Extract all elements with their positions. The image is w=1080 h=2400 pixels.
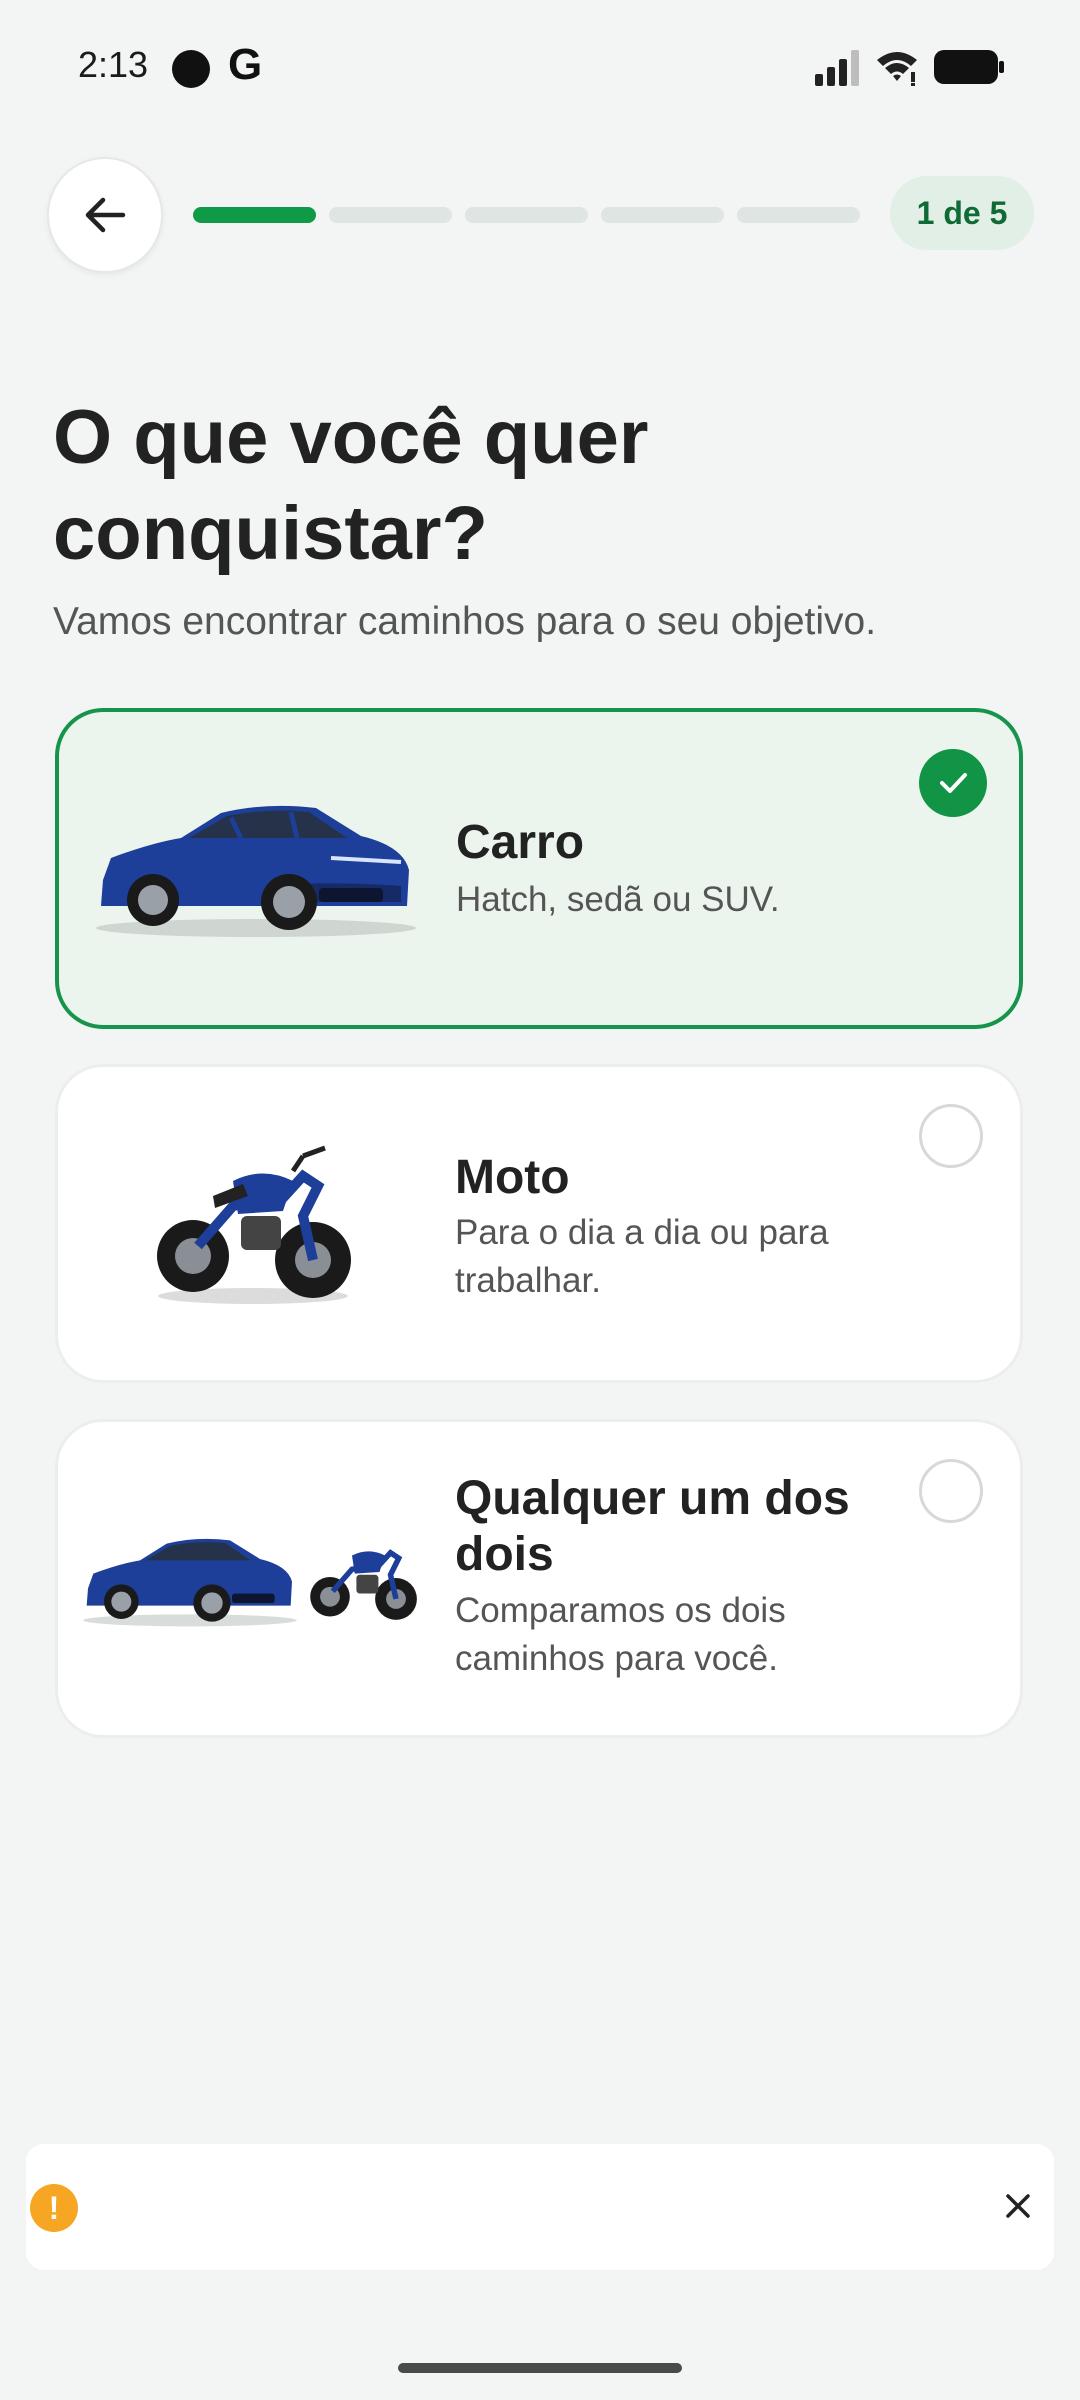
close-icon[interactable]	[998, 2186, 1038, 2226]
radio-button[interactable]	[919, 1104, 983, 1168]
option-card-moto[interactable]: Moto Para o dia a dia ou para trabalhar.	[55, 1064, 1023, 1383]
progress-segment	[737, 207, 860, 223]
radio-button[interactable]	[919, 1459, 983, 1523]
option-title: Qualquer um dos dois	[455, 1472, 850, 1581]
progress-bar	[193, 207, 860, 223]
arrow-left-icon	[85, 197, 126, 233]
option-description: Comparamos os dois caminhos para você.	[455, 1591, 786, 1678]
signal-icon	[815, 50, 859, 86]
progress-segment	[329, 207, 452, 223]
option-title: Carro	[456, 816, 585, 869]
page-subtitle: Vamos encontrar caminhos para o seu obje…	[53, 600, 877, 643]
car-image	[96, 805, 416, 937]
check-icon	[919, 749, 987, 817]
warning-icon: !	[30, 2184, 78, 2232]
page-title: O que você quer conquistar?	[53, 395, 649, 576]
step-badge: 1 de 5	[890, 176, 1034, 250]
option-description: Para o dia a dia ou para trabalhar.	[455, 1213, 829, 1300]
notification-dot-icon	[172, 50, 210, 88]
back-button[interactable]	[47, 157, 163, 273]
progress-segment	[193, 207, 316, 223]
home-indicator[interactable]	[398, 2363, 682, 2373]
wifi-icon	[877, 52, 917, 86]
progress-segment	[601, 207, 724, 223]
option-title: Moto	[455, 1151, 570, 1204]
warning-banner: !	[26, 2144, 1054, 2270]
option-description: Hatch, sedã ou SUV.	[456, 880, 780, 919]
status-time: 2:13	[78, 44, 149, 85]
battery-icon	[934, 50, 1004, 84]
option-card-carro[interactable]: Carro Hatch, sedã ou SUV.	[55, 708, 1023, 1029]
google-icon: G	[228, 40, 263, 89]
option-card-ambos[interactable]: Qualquer um dos dois Comparamos os dois …	[55, 1419, 1023, 1738]
progress-segment	[465, 207, 588, 223]
